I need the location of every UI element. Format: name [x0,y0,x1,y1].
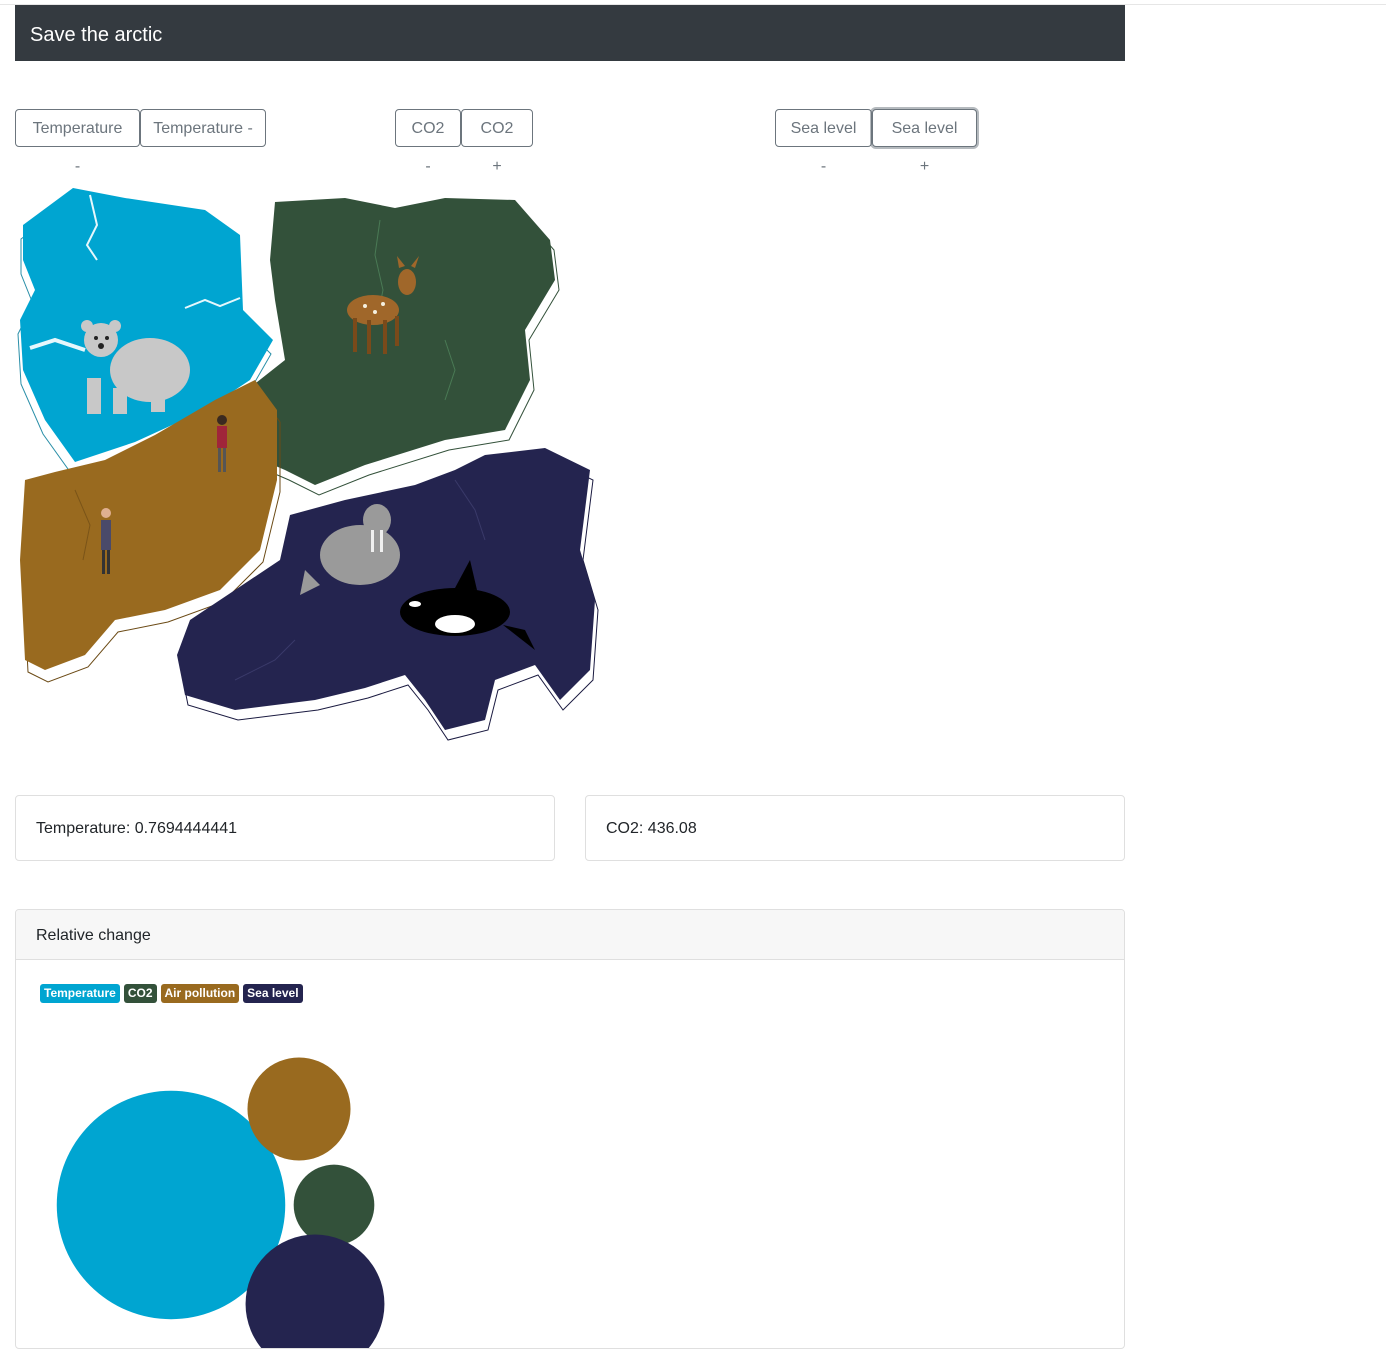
temperature-value: Temperature: 0.7694444441 [36,820,238,837]
arctic-map [17,188,599,741]
co2-decrease-button[interactable]: CO2 - [395,109,461,175]
co2-stat-card: CO2: 436.08 [585,795,1125,861]
bubble-air-pollution [247,1057,351,1161]
relative-change-card: Relative change Temperature CO2 Air poll… [15,909,1125,1349]
co2-increase-button[interactable]: CO2 + [461,109,533,175]
temperature-decrease-button[interactable]: Temperature - [15,109,140,175]
sea-level-decrease-button[interactable]: Sea level - [775,109,872,175]
sea-level-increase-button[interactable]: Sea level + [872,109,977,175]
page-title: Save the arctic [30,24,163,46]
temperature-stat-card: Temperature: 0.7694444441 [15,795,555,861]
temperature-decrease-button-2[interactable]: Temperature - [140,109,266,147]
navbar: Save the arctic [15,5,1125,61]
co2-value: CO2: 436.08 [606,820,697,837]
bubble-chart [56,1057,385,1348]
forest-region [247,198,560,496]
bubble-co2 [293,1164,375,1246]
